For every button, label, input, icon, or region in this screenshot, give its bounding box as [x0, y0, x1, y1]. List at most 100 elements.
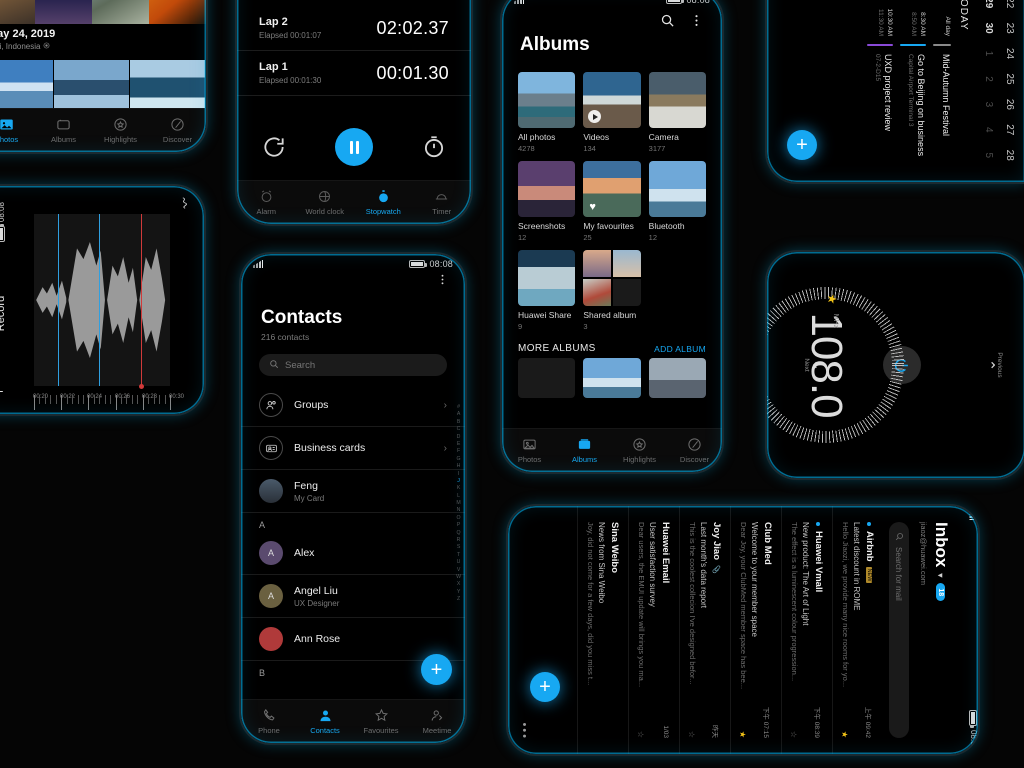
- photo-thumb[interactable]: [0, 60, 54, 110]
- nav-photos[interactable]: Photos: [502, 437, 557, 464]
- stopwatch-controls: [237, 128, 471, 166]
- albums-grid: All photos 4278 Videos 134 Camera 3177 S…: [502, 56, 722, 331]
- timer-icon: [434, 189, 449, 204]
- compose-button[interactable]: +: [530, 672, 560, 702]
- nav-photos[interactable]: Photos: [0, 117, 35, 144]
- star-icon[interactable]: ☆: [636, 731, 645, 738]
- album-item[interactable]: ♥ My favourites 25: [583, 161, 641, 242]
- calendar-day-selected[interactable]: 4: [983, 120, 994, 140]
- waveform-area[interactable]: [34, 214, 170, 389]
- email-row[interactable]: Club Med 下午 07:15 Welcome to your member…: [730, 506, 781, 754]
- email-address: jiaoz@huawei.com: [919, 522, 928, 586]
- page-title[interactable]: Inbox ▾ 18: [931, 522, 951, 738]
- add-event-button[interactable]: +: [787, 130, 817, 160]
- nav-label: Albums: [571, 455, 597, 464]
- email-row[interactable]: Joy Jiao 📎 昨天 Last month's data report T…: [679, 506, 730, 754]
- calendar-day[interactable]: 1: [983, 44, 994, 64]
- calendar-day[interactable]: 28: [1004, 145, 1015, 165]
- album-item[interactable]: Bluetooth 12: [648, 161, 706, 242]
- event-row[interactable]: 8:30 AM 8:50 AM Go to Beijing on busines…: [900, 0, 933, 182]
- reset-icon[interactable]: [261, 134, 287, 160]
- star-icon[interactable]: ☆: [789, 731, 798, 738]
- album-item[interactable]: Camera 3177: [648, 72, 706, 153]
- ruler-minor-tick: [50, 395, 52, 404]
- album-thumb[interactable]: [518, 358, 576, 398]
- more-vertical-icon[interactable]: [689, 13, 704, 28]
- album-thumb[interactable]: [648, 358, 706, 398]
- photo-thumb[interactable]: [92, 0, 149, 24]
- nav-alarm[interactable]: Alarm: [237, 189, 296, 216]
- nav-stopwatch[interactable]: Stopwatch: [354, 189, 413, 216]
- event-row[interactable]: All day Mid-Autumn Festival: [933, 0, 958, 182]
- nav-timer[interactable]: Timer: [413, 189, 472, 216]
- nav-favourites[interactable]: Favourites: [353, 708, 409, 735]
- calendar-day[interactable]: 27: [1004, 120, 1015, 140]
- back-arrow-icon[interactable]: [0, 385, 10, 398]
- search-input[interactable]: Search for mail: [889, 522, 909, 738]
- nav-discover[interactable]: Discover: [667, 437, 722, 464]
- waveform-icon[interactable]: [177, 196, 196, 210]
- nav-phone[interactable]: Phone: [241, 708, 297, 735]
- event-row[interactable]: 10:30 AM 11:30 AM UXD project review 07-…: [867, 0, 900, 182]
- recorder-title: Record: [0, 295, 7, 332]
- previous-station-button[interactable]: Previous ⌃: [980, 252, 1003, 478]
- photo-thumb[interactable]: [149, 0, 206, 24]
- ruler-minor-tick: [148, 395, 150, 404]
- alphabet-index[interactable]: # A B C D E F GHIJ KLMNOPQ RSTUVWX YZ: [456, 404, 461, 602]
- nav-meetime[interactable]: Meetime: [409, 708, 465, 735]
- album-thumb[interactable]: [583, 358, 641, 398]
- email-time: 昨天: [711, 725, 719, 738]
- photo-thumb[interactable]: [54, 60, 130, 110]
- star-icon[interactable]: ★: [825, 294, 839, 305]
- photo-thumb[interactable]: [0, 0, 35, 24]
- star-icon[interactable]: ☆: [687, 731, 696, 738]
- list-item-my-card[interactable]: Feng My Card: [241, 470, 465, 513]
- calendar-day[interactable]: 24: [1004, 44, 1015, 64]
- calendar-day[interactable]: 2: [983, 69, 994, 89]
- nav-albums[interactable]: Albums: [557, 437, 612, 464]
- album-thumb: ♥: [583, 161, 641, 217]
- calendar-day[interactable]: 23: [1004, 18, 1015, 38]
- list-item-contact[interactable]: A Alex: [241, 532, 465, 575]
- pause-button[interactable]: [335, 128, 373, 166]
- email-row[interactable]: Airbnb NEW 上午 09:42 Latest discount in R…: [832, 506, 883, 754]
- photo-thumb[interactable]: [35, 0, 92, 24]
- star-icon[interactable]: ★: [840, 731, 849, 738]
- more-horizontal-icon[interactable]: •••: [518, 722, 530, 740]
- album-item[interactable]: All photos 4278: [518, 72, 576, 153]
- calendar-day[interactable]: 30: [983, 18, 994, 38]
- nav-contacts[interactable]: Contacts: [297, 708, 353, 735]
- nav-albums[interactable]: Albums: [35, 117, 92, 144]
- calendar-day[interactable]: 29: [983, 0, 994, 13]
- add-album-button[interactable]: ADD ALBUM: [654, 344, 706, 354]
- list-item-contact[interactable]: A Angel Liu UX Designer: [241, 575, 465, 618]
- frequency-unit: MHz: [832, 313, 839, 329]
- more-vertical-icon[interactable]: [436, 273, 449, 291]
- album-item[interactable]: Videos 134: [583, 72, 641, 153]
- list-item-groups[interactable]: Groups ›: [241, 384, 465, 427]
- email-row[interactable]: Sina Weibo News from Sina Weibo Joy, did…: [577, 506, 628, 754]
- album-item[interactable]: Shared album 3: [583, 250, 641, 331]
- ruler-minor-tick: [66, 395, 68, 404]
- nav-discover[interactable]: Discover: [149, 117, 206, 144]
- album-item[interactable]: Screenshots 12: [518, 161, 576, 242]
- album-item[interactable]: Huawei Share 9: [518, 250, 576, 331]
- nav-world-clock[interactable]: World clock: [296, 189, 355, 216]
- email-row[interactable]: Huawei Vmall 下午 08:39 New product: The A…: [781, 506, 832, 754]
- calendar-day[interactable]: 26: [1004, 94, 1015, 114]
- calendar-day[interactable]: 22: [1004, 0, 1015, 13]
- calendar-day[interactable]: 5: [983, 145, 994, 165]
- add-contact-button[interactable]: +: [421, 654, 452, 685]
- calendar-day[interactable]: 3: [983, 94, 994, 114]
- nav-highlights[interactable]: Highlights: [612, 437, 667, 464]
- email-row[interactable]: Huawei Email 1/03 User satisfaction surv…: [628, 506, 679, 754]
- calendar-day[interactable]: 25: [1004, 69, 1015, 89]
- search-icon[interactable]: [660, 13, 675, 28]
- lap-icon[interactable]: [421, 134, 447, 160]
- search-input[interactable]: Search: [259, 354, 447, 376]
- list-item-business-cards[interactable]: Business cards ›: [241, 427, 465, 470]
- ruler-minor-tick: [121, 395, 123, 404]
- nav-highlights[interactable]: Highlights: [92, 117, 149, 144]
- star-icon[interactable]: ★: [738, 731, 747, 738]
- photo-thumb[interactable]: [130, 60, 206, 110]
